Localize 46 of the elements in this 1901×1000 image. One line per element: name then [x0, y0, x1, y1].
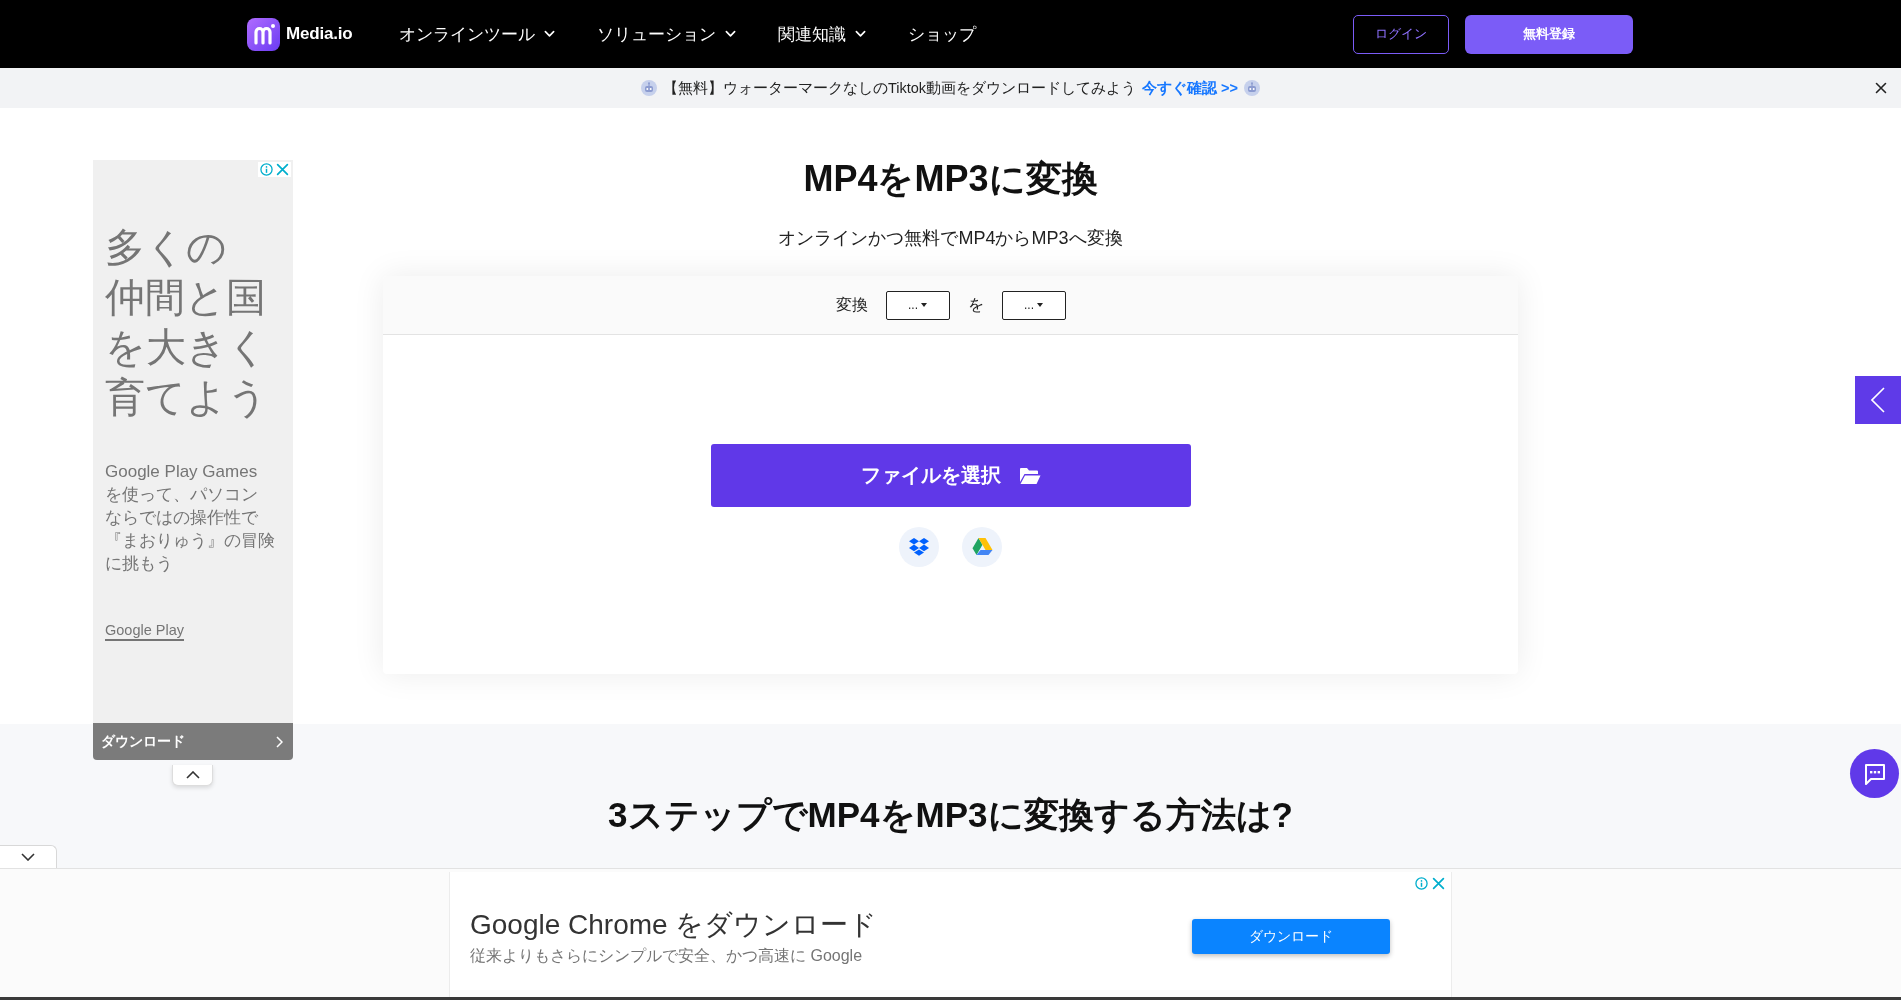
convert-label: 変換 [835, 294, 868, 315]
ad-description: 従来よりもさらにシンプルで安全、かつ高速に Google [470, 945, 864, 966]
caret-icon [1037, 303, 1043, 307]
page-title: MP4をMP3に変換 [803, 157, 1098, 201]
chevron-up-icon [185, 771, 200, 779]
close-icon[interactable] [1875, 82, 1887, 94]
chat-icon [1863, 762, 1886, 785]
chevron-down-icon [21, 853, 35, 861]
source-format-select[interactable]: ... [885, 290, 950, 320]
folder-icon [1018, 465, 1041, 486]
login-button[interactable]: ログイン [1353, 14, 1449, 54]
nav-menu-item[interactable]: オンラインツール [399, 22, 556, 46]
collapse-bottom-ad-tab[interactable] [0, 845, 57, 868]
robot-icon [1244, 80, 1261, 96]
info-icon[interactable] [1415, 877, 1428, 890]
choose-file-button[interactable]: ファイルを選択 [710, 444, 1191, 507]
collapse-ad-tab[interactable] [172, 765, 213, 786]
chevron-left-icon [1871, 387, 1885, 413]
google-drive-icon[interactable] [962, 527, 1002, 567]
ad-source-link[interactable]: Google Play [105, 621, 184, 641]
nav-menu-item[interactable]: 関連知識 [778, 22, 867, 46]
to-label: を [967, 294, 984, 315]
promo-text: 【無料】ウォーターマークなしのTiktok動画をダウンロードしてみよう [662, 78, 1137, 98]
ad-download-button[interactable]: ダウンロード [1192, 919, 1390, 954]
brand-name[interactable]: Media.io [286, 24, 353, 44]
ad-body-text: Google Play Games を使って、パソコン ならではの操作性で 『まおりゅう』の冒険 に挑もう [105, 461, 275, 575]
chevron-down-icon [544, 30, 556, 38]
page-subtitle: オンラインかつ無料でMP4からMP3へ変換 [778, 227, 1123, 250]
promo-link[interactable]: 今すぐ確認 >> [1142, 78, 1239, 98]
ad-download-bar[interactable]: ダウンロード [93, 723, 293, 760]
side-panel-tab[interactable] [1855, 376, 1901, 424]
ad-title: Google Chrome をダウンロード [470, 907, 878, 942]
nav-menu-item[interactable]: ソリューション [597, 22, 737, 46]
info-icon[interactable] [260, 163, 273, 176]
ad-headline: 多くの 仲間と国 を大きく 育てよう [105, 224, 268, 421]
robot-icon [640, 80, 657, 96]
chevron-down-icon [855, 30, 867, 38]
target-format-select[interactable]: ... [1001, 290, 1066, 320]
signup-button[interactable]: 無料登録 [1465, 14, 1633, 54]
chevron-down-icon [725, 30, 737, 38]
how-to-heading: 3ステップでMP4をMP3に変換する方法は? [607, 794, 1294, 836]
nav-menu-item[interactable]: ショップ [908, 22, 977, 46]
logo-icon[interactable] [247, 17, 280, 51]
chevron-right-icon [276, 735, 283, 748]
caret-icon [921, 303, 927, 307]
dropbox-icon[interactable] [899, 527, 939, 567]
